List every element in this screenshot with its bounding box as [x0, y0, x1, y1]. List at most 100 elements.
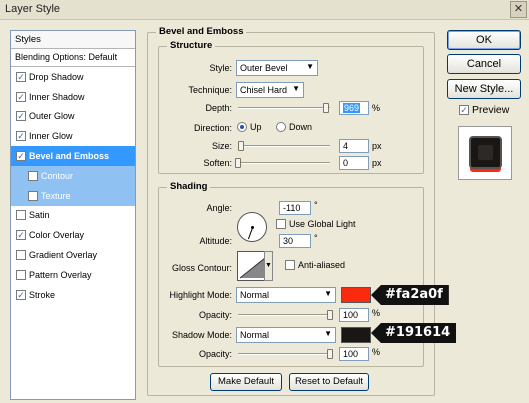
highlight-hex-label: #fa2a0f: [371, 285, 449, 305]
angle-dial[interactable]: [237, 212, 267, 242]
style-item-texture[interactable]: Texture: [11, 185, 135, 206]
style-item-inner-shadow[interactable]: Inner Shadow: [11, 87, 135, 107]
style-item-checkbox[interactable]: [16, 210, 26, 221]
direction-down-label: Down: [289, 122, 313, 132]
soften-input[interactable]: 0: [339, 156, 369, 170]
altitude-value: 30: [283, 236, 294, 246]
highlight-opacity-value: 100: [343, 310, 359, 320]
size-slider[interactable]: [237, 141, 330, 151]
style-item-checkbox[interactable]: [16, 131, 26, 142]
style-item-inner-glow[interactable]: Inner Glow: [11, 126, 135, 146]
style-item-label: Drop Shadow: [29, 71, 84, 82]
style-item-checkbox[interactable]: [16, 91, 26, 102]
highlight-opacity-slider[interactable]: [238, 310, 333, 320]
style-item-label: Contour: [41, 170, 74, 181]
style-item-checkbox[interactable]: [16, 111, 26, 122]
style-item-checkbox[interactable]: [16, 71, 26, 82]
direction-up-label: Up: [250, 122, 262, 132]
preview-checkbox[interactable]: Preview: [459, 104, 509, 116]
altitude-input[interactable]: 30: [279, 234, 311, 248]
anti-aliased-checkbox[interactable]: Anti-aliased: [285, 260, 345, 270]
highlight-color-swatch[interactable]: [341, 287, 371, 303]
shadow-opacity-slider[interactable]: [238, 349, 333, 359]
contour-dropdown-arrow[interactable]: ▼: [264, 251, 273, 281]
shadow-opacity-value: 100: [343, 349, 359, 359]
direction-up-radio[interactable]: Up: [237, 122, 262, 132]
style-item-checkbox[interactable]: [16, 250, 26, 261]
size-value: 4: [343, 141, 349, 151]
styles-header[interactable]: Styles: [11, 31, 135, 49]
preview-check[interactable]: [459, 105, 469, 115]
style-item-satin[interactable]: Satin: [11, 206, 135, 226]
angle-unit: °: [314, 200, 318, 210]
close-button[interactable]: ✕: [510, 1, 527, 18]
style-item-checkbox[interactable]: [28, 190, 38, 201]
highlight-opacity-input[interactable]: 100: [339, 308, 369, 322]
styles-list: Styles Blending Options: Default Drop Sh…: [10, 30, 136, 400]
soften-unit: px: [372, 158, 382, 168]
shadow-mode-select[interactable]: Normal ▼: [236, 327, 336, 343]
depth-slider[interactable]: [238, 103, 330, 113]
style-item-checkbox[interactable]: [28, 170, 38, 181]
chevron-down-icon: ▼: [324, 289, 332, 298]
size-input[interactable]: 4: [339, 139, 369, 153]
global-light-check[interactable]: [276, 219, 286, 229]
altitude-unit: °: [314, 233, 318, 243]
radio-down-dot[interactable]: [276, 122, 286, 132]
highlight-opacity-thumb[interactable]: [327, 310, 333, 320]
style-item-checkbox[interactable]: [16, 289, 26, 300]
depth-input[interactable]: 969: [339, 101, 369, 115]
ok-button[interactable]: OK: [447, 30, 521, 50]
depth-value: 969: [343, 103, 361, 113]
style-item-bevel-and-emboss[interactable]: Bevel and Emboss: [11, 146, 135, 166]
style-item-checkbox[interactable]: [16, 269, 26, 280]
angle-label: Angle:: [206, 203, 232, 213]
style-item-label: Satin: [29, 210, 50, 221]
highlight-mode-label: Highlight Mode:: [169, 290, 232, 300]
depth-slider-thumb[interactable]: [323, 103, 330, 113]
global-light-checkbox[interactable]: Use Global Light: [276, 219, 356, 229]
highlight-mode-select[interactable]: Normal ▼: [236, 287, 336, 303]
style-item-checkbox[interactable]: [16, 230, 26, 241]
shadow-mode-value: Normal: [240, 330, 270, 340]
reset-to-default-button[interactable]: Reset to Default: [289, 373, 369, 391]
shadow-mode-label: Shadow Mode:: [171, 330, 232, 340]
technique-select-value: Chisel Hard: [240, 85, 288, 95]
shadow-hex-label: #191614: [371, 323, 457, 343]
window-title: Layer Style: [5, 3, 61, 15]
size-slider-thumb[interactable]: [237, 141, 244, 151]
style-item-label: Gradient Overlay: [29, 250, 98, 261]
style-item-color-overlay[interactable]: Color Overlay: [11, 225, 135, 245]
style-item-gradient-overlay[interactable]: Gradient Overlay: [11, 245, 135, 265]
global-light-label: Use Global Light: [289, 219, 356, 229]
style-select-value: Outer Bevel: [240, 63, 288, 73]
anti-aliased-label: Anti-aliased: [298, 260, 346, 270]
technique-select[interactable]: Chisel Hard ▼: [236, 82, 304, 98]
close-icon: ✕: [513, 3, 524, 15]
anti-aliased-check[interactable]: [285, 260, 295, 270]
style-item-drop-shadow[interactable]: Drop Shadow: [11, 67, 135, 87]
soften-slider-thumb[interactable]: [235, 158, 241, 168]
style-preview-thumbnail: [458, 126, 512, 180]
style-item-contour[interactable]: Contour: [11, 165, 135, 186]
angle-input[interactable]: -110: [279, 201, 311, 215]
style-item-checkbox[interactable]: [16, 151, 26, 162]
chevron-down-icon: ▼: [306, 62, 314, 71]
style-item-label: Stroke: [29, 289, 56, 300]
style-item-outer-glow[interactable]: Outer Glow: [11, 107, 135, 127]
technique-label: Technique:: [188, 85, 232, 95]
new-style-button[interactable]: New Style...: [447, 79, 521, 99]
shadow-color-swatch[interactable]: [341, 327, 371, 343]
radio-up-dot[interactable]: [237, 122, 247, 132]
soften-slider[interactable]: [235, 158, 330, 168]
blending-options-item[interactable]: Blending Options: Default: [11, 49, 135, 67]
direction-down-radio[interactable]: Down: [276, 122, 312, 132]
cancel-button[interactable]: Cancel: [447, 54, 521, 74]
make-default-button[interactable]: Make Default: [210, 373, 282, 391]
style-item-stroke[interactable]: Stroke: [11, 285, 135, 305]
shadow-opacity-thumb[interactable]: [327, 349, 333, 359]
style-select[interactable]: Outer Bevel ▼: [236, 60, 318, 76]
title-bar: Layer Style ✕: [0, 0, 529, 20]
style-item-pattern-overlay[interactable]: Pattern Overlay: [11, 265, 135, 285]
shadow-opacity-input[interactable]: 100: [339, 347, 369, 361]
